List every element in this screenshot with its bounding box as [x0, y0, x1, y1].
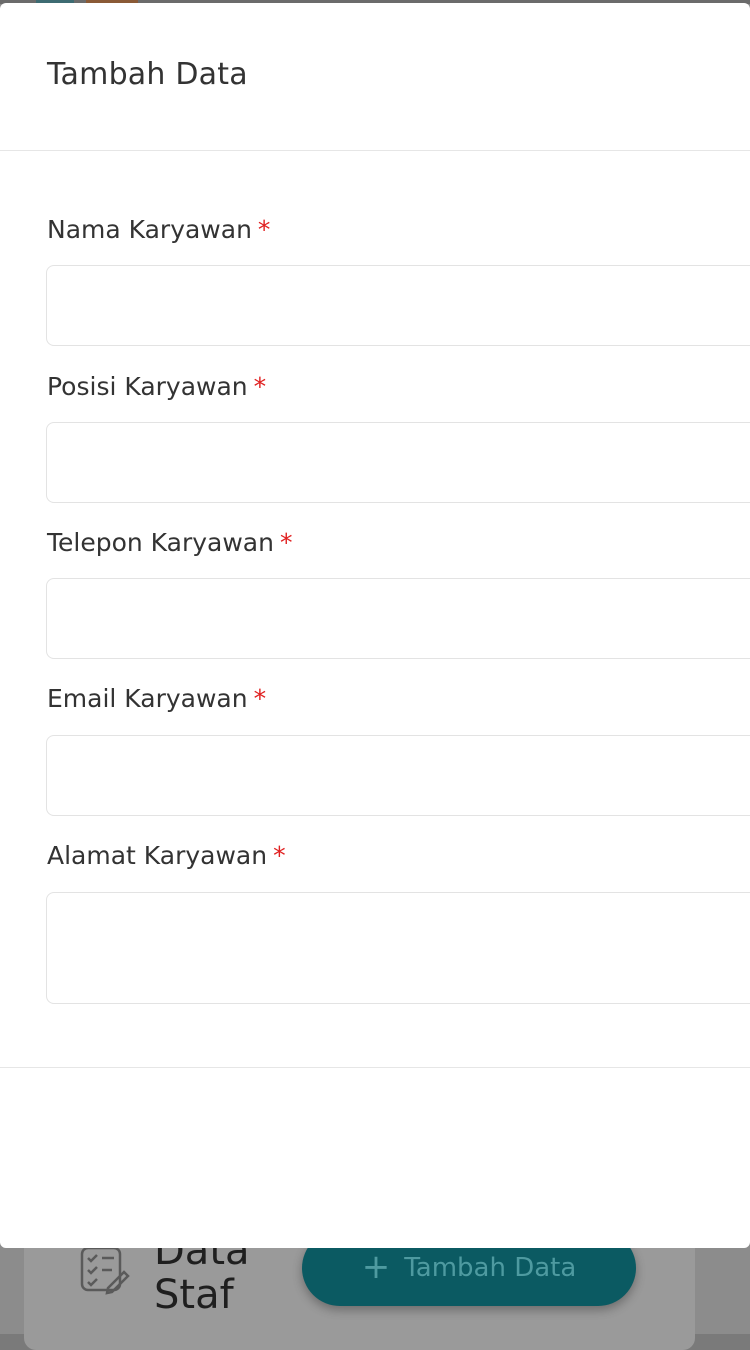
- field-label-text: Email Karyawan: [47, 684, 248, 713]
- modal-title: Tambah Data: [47, 57, 248, 92]
- required-mark: *: [257, 215, 271, 244]
- page-title-line2: Staf: [154, 1272, 234, 1318]
- required-mark: *: [279, 528, 293, 557]
- field-label-text: Telepon Karyawan: [47, 528, 274, 557]
- email-karyawan-input[interactable]: [46, 735, 750, 816]
- add-data-button-label: Tambah Data: [404, 1253, 577, 1283]
- field-label-text: Alamat Karyawan: [47, 841, 268, 870]
- field-label-posisi: Posisi Karyawan *: [47, 372, 266, 401]
- field-label-nama: Nama Karyawan *: [47, 215, 270, 244]
- required-mark: *: [253, 684, 267, 713]
- field-label-email: Email Karyawan *: [47, 684, 266, 713]
- field-label-text: Posisi Karyawan: [47, 372, 248, 401]
- required-mark: *: [253, 372, 267, 401]
- posisi-karyawan-input[interactable]: [46, 422, 750, 503]
- required-mark: *: [273, 841, 286, 870]
- nama-karyawan-input[interactable]: [46, 265, 750, 346]
- field-label-alamat: Alamat Karyawan *: [47, 841, 286, 870]
- field-label-telepon: Telepon Karyawan *: [47, 528, 292, 557]
- modal-body: Nama Karyawan * Posisi Karyawan * Telepon …: [0, 151, 750, 1068]
- add-data-modal: Tambah Data Nama Karyawan * Posisi Karyaw…: [0, 3, 750, 1248]
- checklist-edit-icon: [80, 1246, 130, 1295]
- alamat-karyawan-textarea[interactable]: [46, 892, 750, 1004]
- plus-icon: +: [361, 1247, 391, 1287]
- modal-header: Tambah Data: [0, 3, 750, 151]
- telepon-karyawan-input[interactable]: [46, 578, 750, 659]
- field-label-text: Nama Karyawan: [47, 215, 252, 244]
